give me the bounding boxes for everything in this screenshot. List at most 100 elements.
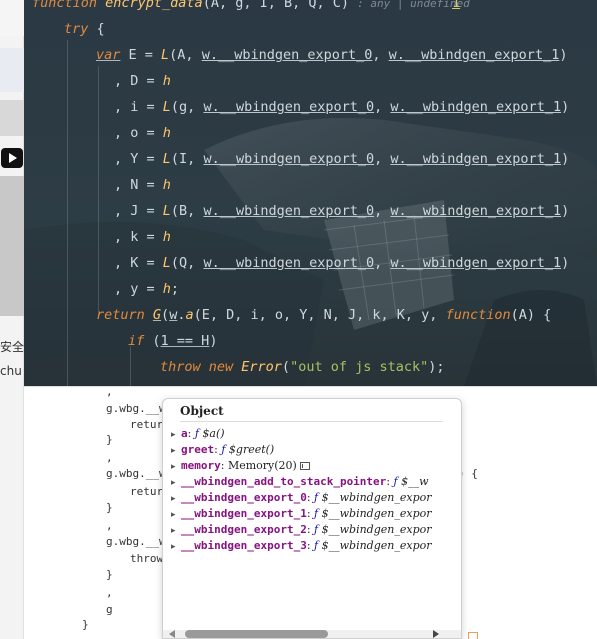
code-token: L — [162, 99, 171, 115]
code-token: ) — [559, 47, 568, 63]
property-row[interactable]: ▸ __wbindgen_export_2: ƒ $__wbindgen_expo… — [171, 522, 432, 538]
code-line-signature: function encrypt_data(A, g, I, B, Q, C) … — [32, 0, 470, 16]
function-icon: ƒ — [221, 443, 229, 456]
expand-arrow-icon[interactable]: ▸ — [171, 523, 181, 539]
separator: : — [187, 427, 195, 440]
code-token: h — [162, 177, 171, 193]
property-value: $a() — [202, 427, 225, 440]
code-line: , — [106, 519, 113, 532]
strip-block — [0, 48, 24, 92]
property-key: __wbindgen_add_to_stack_pointer — [181, 475, 387, 488]
code-token: ); — [428, 359, 445, 375]
play-icon[interactable] — [1, 148, 23, 168]
code-token: ( — [144, 333, 161, 349]
code-line-try: try { — [64, 16, 105, 42]
code-line-o: , o = h — [114, 120, 171, 146]
code-token: E = — [120, 47, 162, 63]
code-token: L — [162, 203, 171, 219]
property-row[interactable]: ▸ greet: ƒ $greet() — [171, 442, 274, 458]
code-token: (A, g, I, B, Q, C) — [202, 0, 358, 11]
property-key: __wbindgen_export_1 — [181, 507, 307, 520]
property-row[interactable]: ▸ __wbindgen_add_to_stack_pointer: ƒ $__w — [171, 474, 429, 490]
code-line-throw: throw new Error("out of js stack"); — [160, 354, 445, 380]
strip-block — [0, 0, 24, 36]
expand-arrow-icon[interactable]: ▸ — [171, 427, 181, 443]
ide-code-overlay: function encrypt_data(A, g, I, B, Q, C) … — [24, 0, 597, 386]
code-token: , o = — [114, 125, 163, 141]
code-token: ( — [281, 359, 291, 375]
strip-block — [0, 100, 24, 136]
strip-label-security: 安全 — [0, 340, 25, 354]
property-row[interactable]: ▸ __wbindgen_export_0: ƒ $__wbindgen_expo… — [171, 490, 432, 506]
indent-guide — [98, 66, 99, 312]
scroll-left-icon[interactable] — [169, 630, 175, 638]
code-line: } — [106, 433, 113, 446]
code-token: G — [152, 307, 162, 323]
code-line: , — [106, 451, 113, 464]
property-row[interactable]: ▸ memory: Memory(20) — [171, 458, 310, 474]
code-token: ; — [170, 281, 180, 297]
property-key: memory — [181, 459, 221, 472]
code-line-j: , J = L(B, w.__wbindgen_export_0, w.__wb… — [114, 198, 569, 224]
code-line-i: , i = L(g, w.__wbindgen_export_0, w.__wb… — [114, 94, 569, 120]
popover-divider — [180, 421, 443, 422]
memory-inspector-icon[interactable] — [299, 462, 310, 470]
function-icon: ƒ — [314, 507, 322, 520]
code-token: w.__wbindgen_export_0 — [203, 255, 375, 271]
code-token: , — [372, 47, 389, 63]
scroll-right-icon[interactable] — [433, 630, 439, 638]
code-token: ( — [161, 307, 170, 323]
property-key: greet — [181, 443, 215, 456]
code-line: , — [106, 385, 113, 398]
property-row[interactable]: ▸ __wbindgen_export_3: ƒ $__wbindgen_expo… — [171, 538, 432, 554]
code-line: , — [106, 586, 113, 599]
code-token: (B, — [170, 203, 204, 219]
bracket-marker — [468, 632, 478, 639]
expand-arrow-icon[interactable]: ▸ — [171, 539, 181, 555]
code-token: function — [32, 0, 106, 11]
property-row[interactable]: ▸ a: ƒ $a() — [171, 426, 225, 442]
code-line: } — [82, 618, 89, 631]
horizontal-scrollbar[interactable] — [163, 630, 461, 638]
expand-arrow-icon[interactable]: ▸ — [171, 507, 181, 523]
code-token: (A, — [169, 47, 202, 63]
code-token: 1 == H — [160, 333, 210, 349]
expand-arrow-icon[interactable]: ▸ — [171, 443, 181, 459]
property-value: $__wbindgen_expor — [321, 539, 432, 552]
expand-arrow-icon[interactable]: ▸ — [171, 475, 181, 491]
property-value: $__wbindgen_expor — [321, 507, 432, 520]
code-token: return — [96, 307, 153, 323]
separator: : — [306, 491, 315, 504]
code-token: w.__wbindgen_export_1 — [390, 99, 562, 115]
expand-arrow-icon[interactable]: ▸ — [171, 491, 181, 507]
code-line-y: , Y = L(I, w.__wbindgen_export_0, w.__wb… — [114, 146, 569, 172]
scroll-marker: 1 — [452, 0, 461, 11]
code-token: if — [128, 333, 145, 349]
property-value: $__w — [401, 475, 429, 488]
object-popover[interactable]: Object ▸ a: ƒ $a() ▸ greet: ƒ $greet() ▸ memo… — [162, 398, 462, 639]
code-token: w.__wbindgen_export_1 — [390, 151, 562, 167]
scrollbar-thumb[interactable] — [185, 630, 328, 638]
code-token: , — [374, 99, 391, 115]
code-token: (I, — [170, 151, 204, 167]
separator: : — [306, 539, 315, 552]
function-icon: ƒ — [314, 491, 322, 504]
code-token: L — [162, 255, 171, 271]
code-line-return: return G(w.a(E, D, i, o, Y, N, J, k, K, … — [96, 302, 551, 328]
expand-arrow-icon[interactable]: ▸ — [171, 459, 181, 475]
code-token: , J = — [114, 203, 163, 219]
function-icon: ƒ — [393, 475, 402, 488]
code-token: var — [96, 47, 121, 63]
code-token: ) — [561, 99, 570, 115]
code-token: , k = — [114, 229, 163, 245]
code-token: Error — [241, 359, 282, 375]
indent-guide — [67, 40, 68, 386]
code-token: w.__wbindgen_export_0 — [203, 203, 375, 219]
code-token: a — [185, 307, 194, 323]
code-token: , N = — [114, 177, 163, 193]
property-row[interactable]: ▸ __wbindgen_export_1: ƒ $__wbindgen_expo… — [171, 506, 432, 522]
property-value: $greet() — [228, 443, 275, 456]
property-key: __wbindgen_export_2 — [181, 523, 307, 536]
code-token: , i = — [114, 99, 163, 115]
code-line-d: , D = h — [114, 68, 171, 94]
